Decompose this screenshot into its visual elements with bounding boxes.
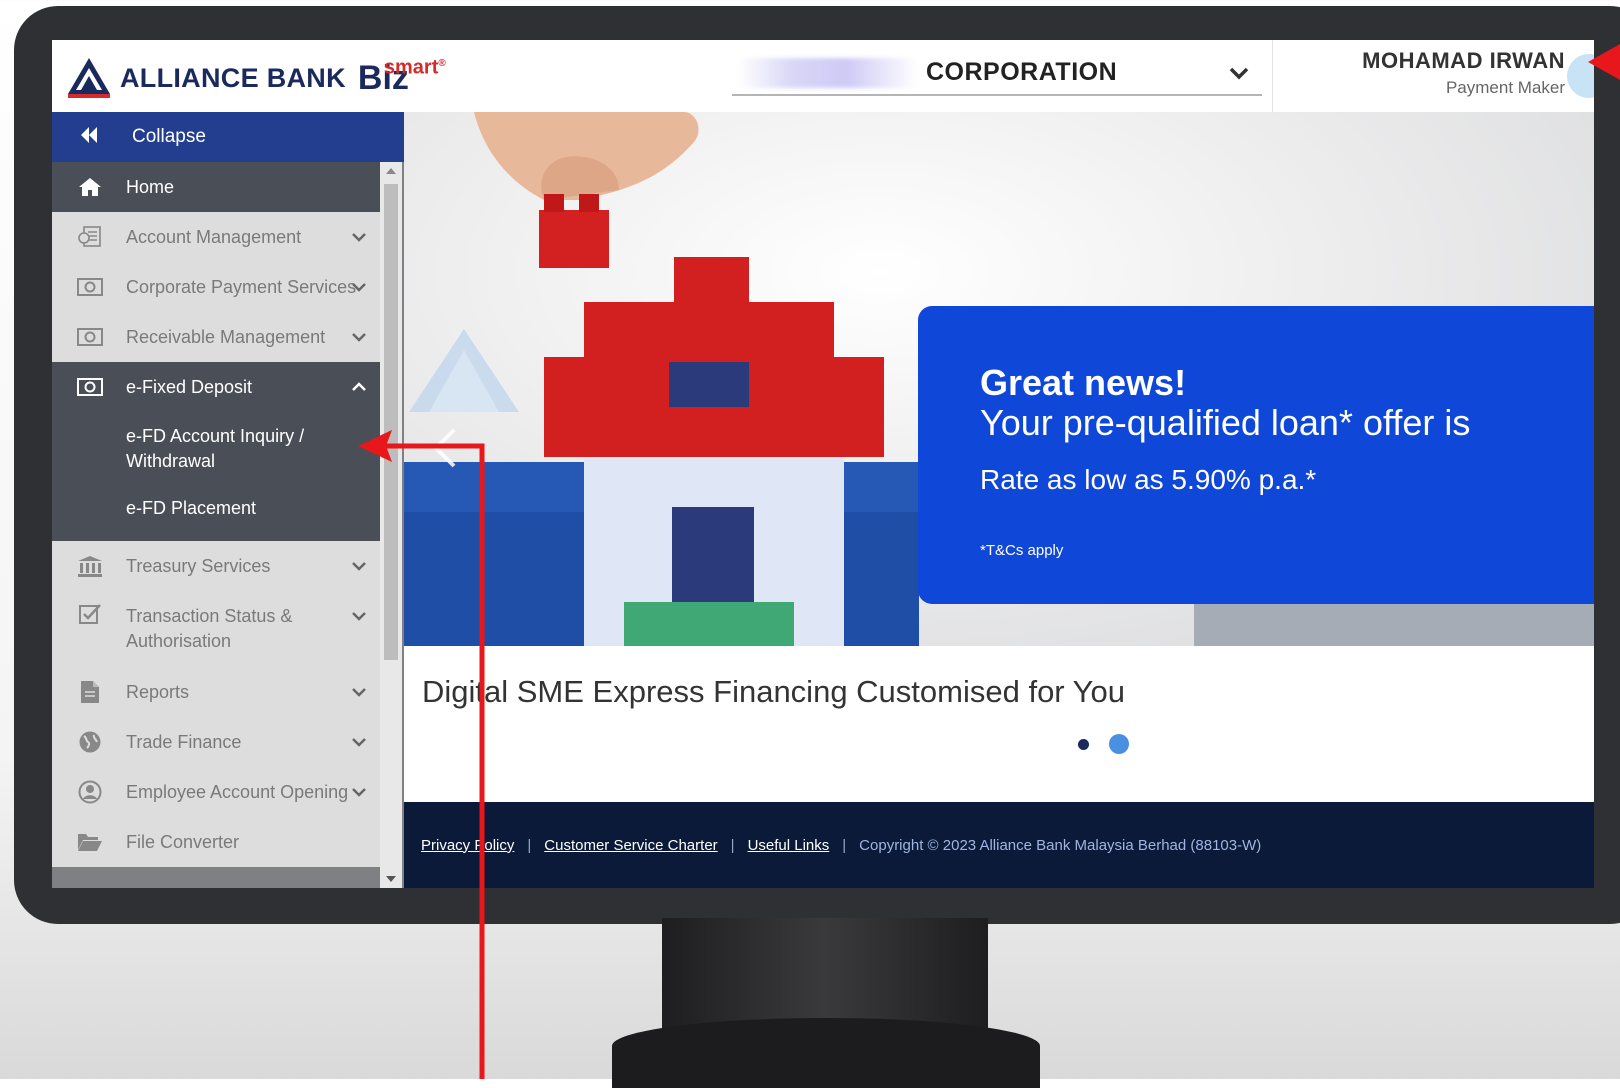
redacted-corporation-name — [738, 58, 918, 88]
user-role: Payment Maker — [1445, 78, 1565, 97]
sidebar-item-reports[interactable]: Reports — [52, 667, 380, 717]
scroll-up-arrow[interactable] — [386, 168, 396, 174]
collapse-button[interactable]: Collapse — [52, 112, 404, 162]
footer-separator: | — [842, 836, 847, 854]
money-icon — [76, 376, 104, 398]
sidebar-item-label: Transaction Status & Authorisation — [126, 606, 293, 651]
sidebar-item-label: File Converter — [126, 831, 240, 852]
collapse-label: Collapse — [132, 126, 206, 147]
scroll-down-arrow[interactable] — [386, 876, 396, 882]
chevron-down-icon[interactable] — [1228, 62, 1250, 84]
chevron-down-icon — [352, 688, 366, 697]
sidebar-item-label: Account Management — [126, 226, 302, 247]
submenu-item-efd-placement[interactable]: e-FD Placement — [126, 490, 380, 527]
sidebar-item-transaction-status[interactable]: Transaction Status & Authorisation — [52, 591, 380, 667]
chevron-down-icon — [352, 738, 366, 747]
chevron-down-icon — [352, 233, 366, 242]
sidebar-menu: Home Account Management Corporate Paymen… — [52, 162, 380, 867]
promo-card[interactable]: Great news! Your pre-qualified loan* off… — [918, 306, 1594, 604]
footer: Privacy Policy | Customer Service Charte… — [404, 802, 1594, 888]
footer-separator: | — [527, 836, 532, 854]
sidebar-item-label: Corporate Payment Services — [126, 276, 357, 297]
copyright-text: Copyright © 2023 Alliance Bank Malaysia … — [859, 836, 1262, 854]
chevron-up-icon — [352, 382, 366, 391]
monitor-base — [612, 1018, 1040, 1088]
banner-caption: Digital SME Express Financing Customised… — [422, 674, 1125, 709]
sidebar-item-label: Treasury Services — [126, 555, 271, 576]
user-profile[interactable]: MOHAMAD IRWAN Payment Maker — [1272, 40, 1594, 112]
corporation-name: CORPORATION — [926, 58, 1118, 86]
sidebar-item-label: Trade Finance — [126, 731, 242, 752]
user-icon — [76, 780, 104, 804]
submenu-item-efd-account-inquiry[interactable]: e-FD Account Inquiry / Withdrawal — [126, 418, 380, 480]
document-icon — [76, 681, 104, 703]
promo-headline: Great news! — [980, 362, 1187, 403]
sidebar-item-label: Receivable Management — [126, 326, 326, 347]
sidebar-item-corporate-payment-services[interactable]: Corporate Payment Services — [52, 262, 380, 312]
home-icon — [76, 176, 104, 198]
customer-service-charter-link[interactable]: Customer Service Charter — [544, 837, 717, 854]
chevron-down-icon — [352, 788, 366, 797]
e-fixed-deposit-submenu: e-FD Account Inquiry / Withdrawal e-FD P… — [52, 412, 380, 541]
carousel-indicators — [1078, 734, 1129, 754]
carousel-dot-1[interactable] — [1078, 738, 1089, 750]
user-name: MOHAMAD IRWAN — [1362, 48, 1565, 73]
product-suffix: smart — [383, 56, 439, 79]
alliance-logo-icon — [68, 58, 110, 98]
sidebar-item-employee-account-opening[interactable]: Employee Account Opening — [52, 767, 380, 817]
sidebar-scrollbar[interactable] — [380, 162, 402, 888]
carousel-dot-2[interactable] — [1109, 734, 1129, 754]
product-smart: smart® — [384, 44, 446, 88]
footer-separator: | — [730, 836, 735, 854]
money-icon — [76, 276, 104, 298]
sidebar-item-trade-finance[interactable]: Trade Finance — [52, 717, 380, 767]
ledger-icon — [76, 226, 104, 248]
money-icon — [76, 326, 104, 348]
privacy-policy-link[interactable]: Privacy Policy — [421, 837, 514, 854]
checkbox-icon — [76, 603, 104, 625]
scroll-thumb[interactable] — [384, 184, 398, 660]
sidebar-item-label: e-Fixed Deposit — [126, 376, 253, 397]
sidebar: Collapse Home Account Management Corpora… — [52, 112, 404, 888]
sidebar-item-label: Reports — [126, 681, 190, 702]
chevron-down-icon — [352, 612, 366, 621]
alliance-bank-logo[interactable]: ALLIANCE BANK Biz smart® — [66, 54, 446, 98]
promo-rate: Rate as low as 5.90% p.a.* — [980, 464, 1317, 495]
sidebar-item-account-management[interactable]: Account Management — [52, 212, 380, 262]
globe-icon — [76, 731, 104, 753]
useful-links-link[interactable]: Useful Links — [748, 837, 830, 854]
chevron-down-icon — [352, 333, 366, 342]
sidebar-item-e-fixed-deposit[interactable]: e-Fixed Deposit — [52, 362, 380, 412]
promo-terms: *T&Cs apply — [980, 542, 1064, 559]
promo-subheadline: Your pre-qualified loan* offer is — [980, 402, 1471, 443]
sidebar-item-receivable-management[interactable]: Receivable Management — [52, 312, 380, 362]
monitor-stand — [662, 918, 988, 1030]
screen: ALLIANCE BANK Biz smart® CORPORATION MOH… — [52, 40, 1594, 888]
brand-name: ALLIANCE BANK — [120, 63, 346, 93]
banner-caption-area: Digital SME Express Financing Customised… — [404, 646, 1594, 802]
sidebar-item-home[interactable]: Home — [52, 162, 380, 212]
chevron-down-icon — [352, 562, 366, 571]
sidebar-item-treasury-services[interactable]: Treasury Services — [52, 541, 380, 591]
chevron-left-icon[interactable] — [432, 428, 458, 468]
registered-mark: ® — [438, 58, 446, 69]
promo-banner-slide[interactable]: Great news! Your pre-qualified loan* off… — [404, 112, 1594, 646]
avatar[interactable] — [1567, 54, 1594, 98]
folder-icon — [76, 831, 104, 853]
sidebar-item-label: Employee Account Opening — [126, 781, 349, 802]
double-chevron-left-icon — [80, 126, 108, 148]
top-header: ALLIANCE BANK Biz smart® CORPORATION MOH… — [52, 40, 1594, 113]
corporation-select[interactable]: CORPORATION — [732, 54, 1262, 96]
product-name: Biz smart® — [358, 57, 446, 98]
bank-icon — [76, 555, 104, 577]
chevron-down-icon — [352, 283, 366, 292]
sidebar-item-file-converter[interactable]: File Converter — [52, 817, 380, 867]
sidebar-item-label: Home — [126, 176, 175, 197]
